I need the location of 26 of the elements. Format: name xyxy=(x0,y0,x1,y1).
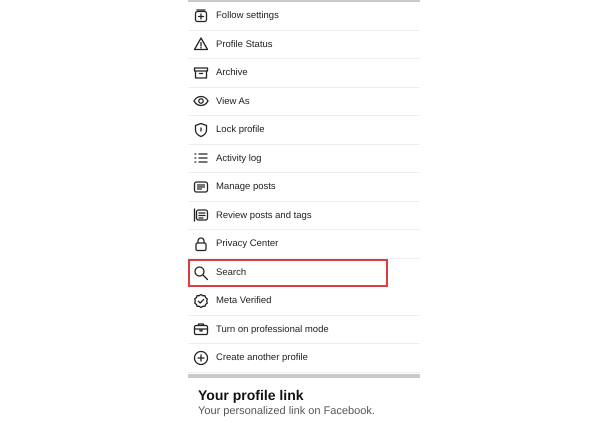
menu-item[interactable]: Search xyxy=(188,258,388,287)
tag-document-icon xyxy=(193,207,209,224)
search-icon xyxy=(193,264,209,281)
menu-item[interactable]: Review posts and tags xyxy=(188,202,420,230)
section-subtitle: Your personalized link on Facebook. xyxy=(198,404,375,416)
menu-item[interactable]: Activity log xyxy=(188,144,420,173)
plus-circle-icon xyxy=(193,350,209,366)
briefcase-icon xyxy=(193,321,209,338)
menu-item[interactable]: Create another profile xyxy=(188,344,420,372)
section-title: Your profile link xyxy=(198,386,304,402)
menu-item[interactable]: Manage posts xyxy=(188,173,420,202)
menu-item[interactable]: Turn on professional mode xyxy=(188,316,420,344)
warning-icon xyxy=(193,36,209,52)
archive-icon xyxy=(193,64,209,81)
menu-item[interactable]: Archive xyxy=(188,59,420,88)
menu-item[interactable]: View As xyxy=(188,88,420,116)
lock-icon xyxy=(193,236,209,252)
menu-item[interactable]: Meta Verified xyxy=(188,287,420,316)
verified-badge-icon xyxy=(193,292,209,309)
menu-item[interactable]: Privacy Center xyxy=(188,230,420,258)
menu-item[interactable]: Profile Status xyxy=(188,30,420,59)
shield-icon xyxy=(193,122,209,138)
menu-item[interactable]: Follow settings xyxy=(188,2,420,30)
box-plus-icon xyxy=(193,8,209,24)
document-icon xyxy=(193,178,209,195)
menu-item[interactable]: Lock profile xyxy=(188,116,420,144)
